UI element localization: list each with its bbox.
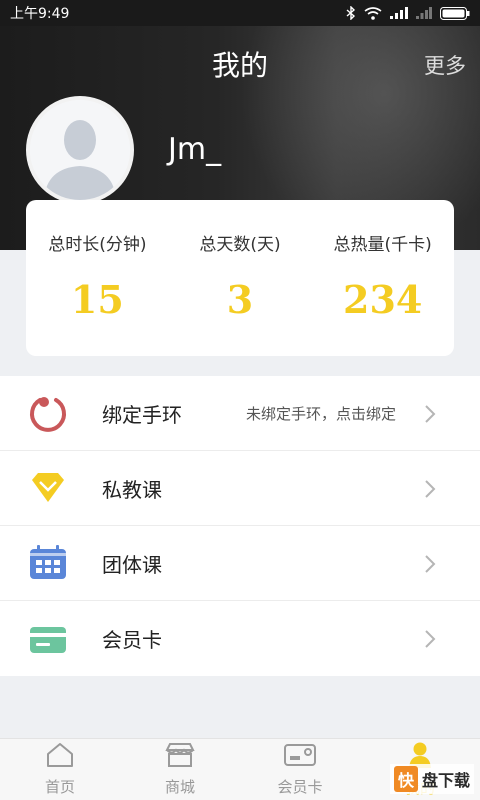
home-icon xyxy=(45,742,75,772)
stat-value: 15 xyxy=(70,277,124,322)
menu-item-bind-bracelet[interactable]: 绑定手环 未绑定手环，点击绑定 xyxy=(0,376,480,451)
signal-icon xyxy=(390,7,408,19)
chevron-right-icon xyxy=(424,554,436,578)
membership-card-icon xyxy=(283,742,317,772)
bluetooth-icon xyxy=(346,6,356,20)
battery-icon xyxy=(440,6,470,20)
stat-total-calories: 总热量(千卡) 234 xyxy=(311,200,454,356)
menu-item-private-class[interactable]: 私教课 xyxy=(0,451,480,526)
nav-shop[interactable]: 商城 xyxy=(120,739,240,800)
chevron-right-icon xyxy=(424,479,436,503)
watermark-text: 盘下载 xyxy=(421,771,470,790)
bracelet-icon xyxy=(26,391,70,435)
stats-card: 总时长(分钟) 15 总天数(天) 3 总热量(千卡) 234 xyxy=(26,200,454,356)
stat-value: 234 xyxy=(343,277,423,322)
no-sim-icon xyxy=(416,7,432,19)
stat-label: 总时长(分钟) xyxy=(48,235,147,255)
menu-item-label: 会员卡 xyxy=(102,628,162,652)
menu-item-label: 团体课 xyxy=(102,552,162,577)
page-title: 我的 xyxy=(211,49,268,82)
card-icon xyxy=(26,617,70,661)
menu-list: 绑定手环 未绑定手环，点击绑定 私教课 团体课 会员卡 xyxy=(0,376,480,676)
status-time: 上午9:49 xyxy=(10,6,70,22)
more-button[interactable]: 更多 xyxy=(424,50,466,80)
chevron-right-icon xyxy=(424,629,436,653)
calendar-icon xyxy=(26,541,70,585)
stat-label: 总热量(千卡) xyxy=(333,235,432,255)
stat-total-duration: 总时长(分钟) 15 xyxy=(26,200,169,356)
nav-home[interactable]: 首页 xyxy=(0,739,120,800)
menu-item-label: 绑定手环 xyxy=(102,402,182,427)
diamond-icon xyxy=(26,466,70,510)
menu-item-group-class[interactable]: 团体课 xyxy=(0,526,480,601)
nav-label: 商城 xyxy=(164,778,195,796)
stat-label: 总天数(天) xyxy=(199,235,281,255)
username: Jm_ xyxy=(168,132,222,167)
nav-label: 首页 xyxy=(44,778,75,796)
nav-label: 会员卡 xyxy=(277,778,323,796)
wifi-icon xyxy=(364,6,382,20)
watermark-logo: 快 盘下载 xyxy=(389,764,474,794)
shop-icon xyxy=(164,742,196,772)
chevron-right-icon xyxy=(424,404,436,428)
stat-value: 3 xyxy=(226,277,254,322)
nav-membership-card[interactable]: 会员卡 xyxy=(240,739,360,800)
menu-item-membership-card[interactable]: 会员卡 xyxy=(0,601,480,676)
stat-total-days: 总天数(天) 3 xyxy=(169,200,312,356)
menu-item-hint: 未绑定手环，点击绑定 xyxy=(245,404,396,423)
avatar[interactable] xyxy=(26,96,134,204)
watermark-mark: 快 xyxy=(393,766,418,792)
menu-item-label: 私教课 xyxy=(102,477,162,502)
status-bar: 上午9:49 xyxy=(0,0,480,26)
default-avatar-icon xyxy=(30,100,130,200)
